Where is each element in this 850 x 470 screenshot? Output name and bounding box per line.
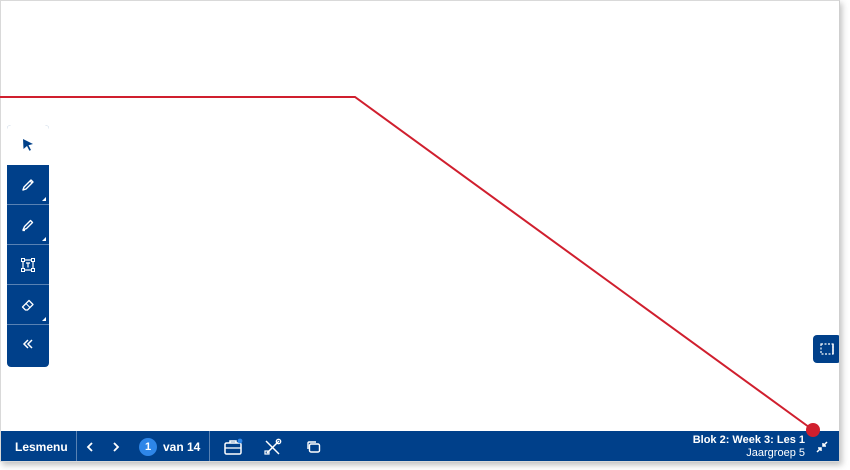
toolbox-icon bbox=[224, 438, 243, 455]
tools-button[interactable] bbox=[263, 431, 283, 461]
tools-icon bbox=[264, 438, 282, 455]
pencil-icon bbox=[22, 178, 34, 191]
next-page-button[interactable] bbox=[111, 431, 121, 461]
cursor-icon bbox=[23, 138, 33, 151]
lesson-title: Blok 2: Week 3: Les 1 bbox=[692, 434, 805, 446]
text-tool[interactable] bbox=[7, 245, 49, 285]
marker-icon bbox=[22, 219, 34, 231]
lesson-info: Blok 2: Week 3: Les 1 Jaargroep 5 bbox=[692, 431, 805, 461]
windows-button[interactable] bbox=[305, 431, 323, 461]
eraser-tool[interactable] bbox=[7, 285, 49, 325]
prev-page-button[interactable] bbox=[85, 431, 95, 461]
selection-button[interactable] bbox=[813, 335, 839, 363]
eraser-icon bbox=[21, 299, 34, 311]
submenu-indicator bbox=[42, 317, 46, 321]
pencil-tool[interactable] bbox=[7, 165, 49, 205]
submenu-indicator bbox=[42, 237, 46, 241]
page-indicator[interactable]: 1 van 14 bbox=[139, 431, 201, 461]
chevron-right-icon bbox=[113, 442, 120, 452]
toolbox-button[interactable] bbox=[223, 431, 243, 461]
collapse-toolbar-button[interactable] bbox=[7, 325, 49, 363]
bottom-bar: Lesmenu 1 van 14 Blok 2: Week 3: Les 1 J… bbox=[1, 431, 839, 461]
exit-fullscreen-button[interactable] bbox=[813, 431, 831, 461]
whiteboard-canvas[interactable] bbox=[1, 1, 839, 431]
chevron-left-icon bbox=[86, 442, 93, 452]
divider bbox=[76, 431, 77, 461]
exit-fullscreen-icon bbox=[816, 441, 828, 453]
windows-icon bbox=[307, 441, 321, 453]
lesson-group: Jaargroep 5 bbox=[746, 447, 805, 459]
selection-rectangle-icon bbox=[820, 343, 834, 355]
page-total: van 14 bbox=[163, 440, 201, 454]
tool-palette bbox=[7, 125, 49, 367]
chevron-double-left-icon bbox=[22, 339, 33, 349]
lesmenu-button[interactable]: Lesmenu bbox=[15, 431, 68, 461]
text-box-icon bbox=[21, 257, 35, 272]
current-page-badge: 1 bbox=[139, 438, 157, 456]
divider bbox=[209, 431, 210, 461]
select-tool[interactable] bbox=[7, 125, 49, 165]
digibord-window: Lesmenu 1 van 14 Blok 2: Week 3: Les 1 J… bbox=[0, 0, 840, 462]
submenu-indicator bbox=[42, 197, 46, 201]
marker-tool[interactable] bbox=[7, 205, 49, 245]
